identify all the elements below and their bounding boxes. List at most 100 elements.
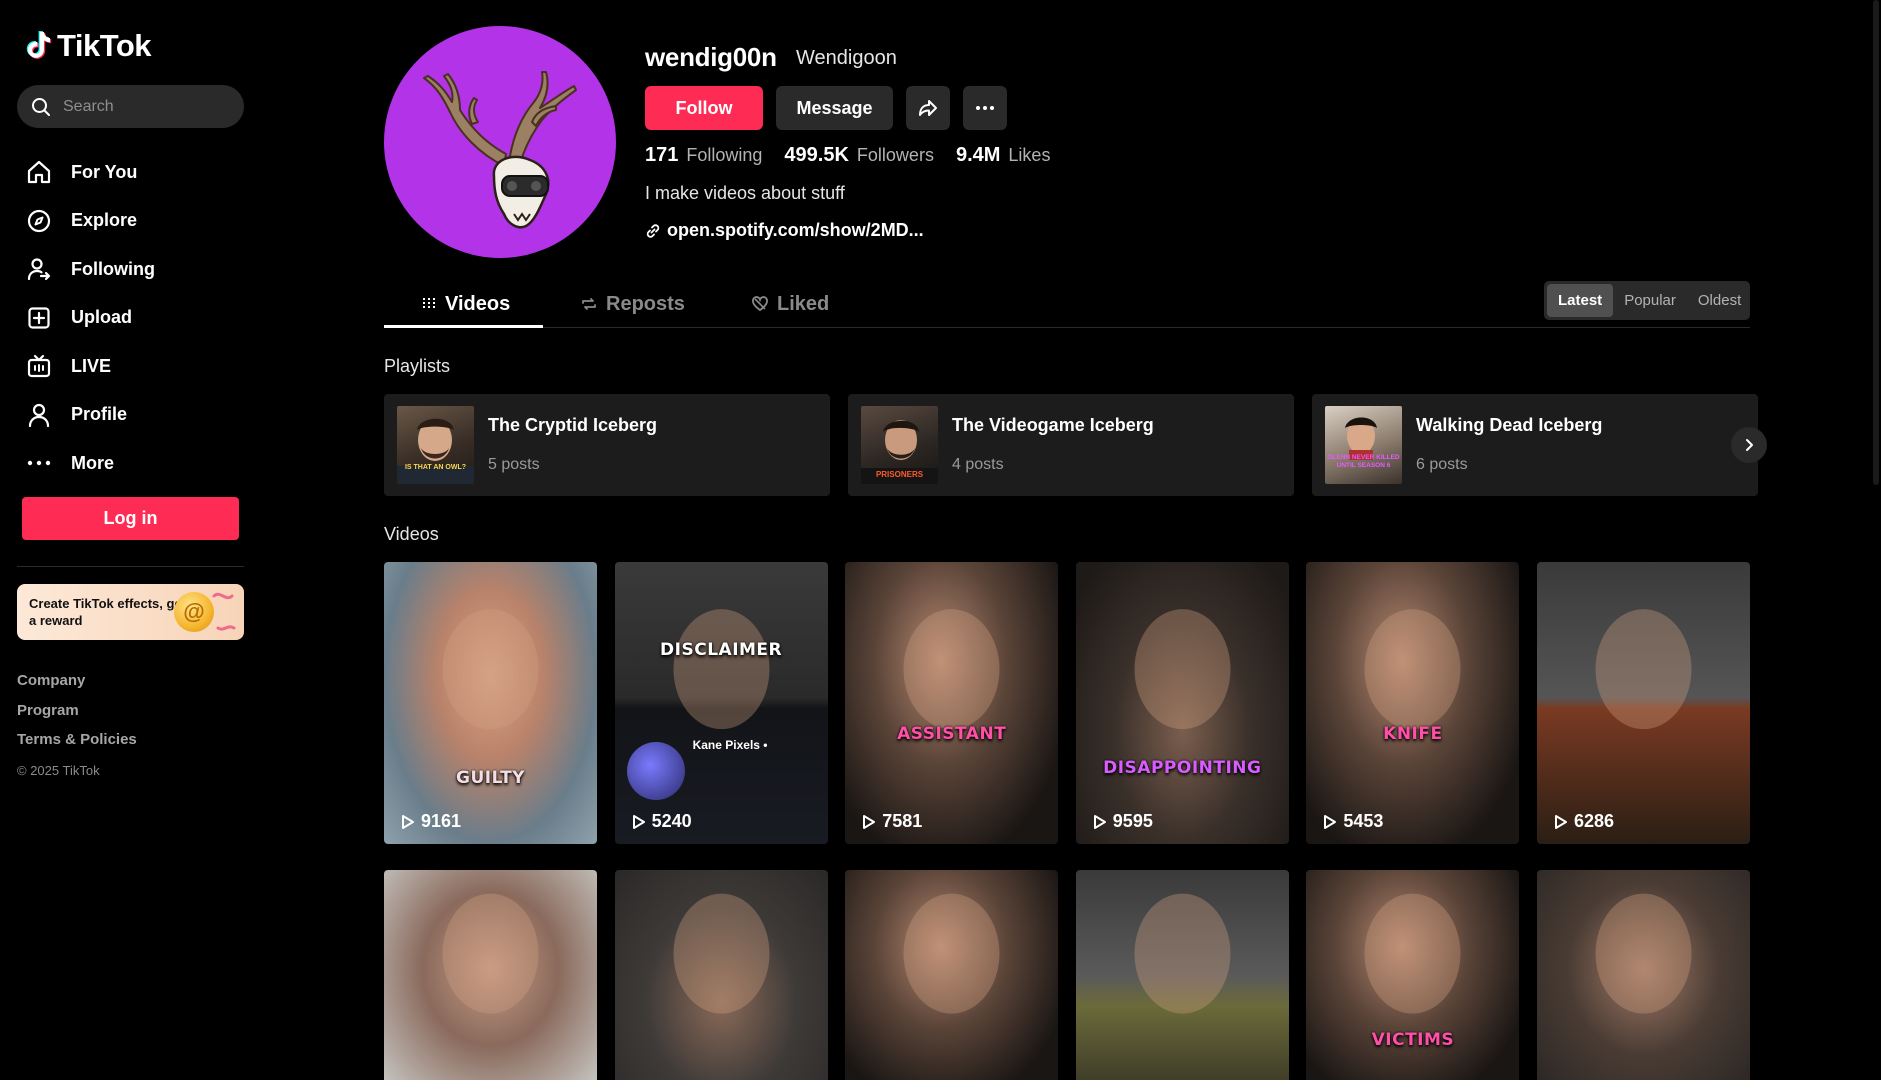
profile-bio: I make videos about stuff [645, 183, 845, 203]
sort-toggle: Latest Popular Oldest [1544, 281, 1750, 320]
nav-profile[interactable]: Profile [26, 391, 246, 440]
sidebar-divider [17, 566, 244, 567]
video-card[interactable]: KNIFE 5453 [1306, 562, 1520, 844]
person-thumbnail-icon [1595, 609, 1692, 730]
profile-icon [26, 402, 52, 428]
following-icon [26, 256, 52, 282]
playlist-title: The Videogame Iceberg [952, 415, 1154, 435]
share-icon [919, 100, 937, 116]
sort-popular[interactable]: Popular [1613, 284, 1687, 317]
video-card[interactable]: VICTIMS [1306, 870, 1520, 1080]
nav-label: Upload [71, 307, 132, 328]
compass-icon [26, 208, 52, 234]
video-card[interactable] [845, 870, 1059, 1080]
overlay-avatar [626, 742, 685, 800]
profile-username: wendig00n [645, 42, 777, 72]
tab-reposts[interactable]: Reposts [580, 280, 685, 328]
play-icon [1093, 814, 1106, 829]
play-icon [1555, 814, 1567, 829]
copyright: © 2025 TikTok [17, 762, 100, 778]
nav-following[interactable]: Following [26, 245, 246, 294]
view-count-text: 5453 [1343, 811, 1384, 831]
view-count-text: 7581 [882, 811, 923, 831]
video-view-count: 5240 [632, 811, 692, 832]
profile-nickname: Wendigoon [796, 47, 897, 69]
login-button[interactable]: Log in [22, 497, 239, 540]
likes-count: 9.4M [955, 144, 1001, 166]
tab-liked[interactable]: Liked [751, 280, 829, 328]
grid-icon [423, 298, 435, 310]
video-card[interactable] [614, 870, 828, 1080]
nav-live[interactable]: LIVE [26, 342, 246, 391]
video-card[interactable] [1537, 870, 1750, 1080]
nav-label: Explore [71, 210, 138, 231]
video-caption: GUILTY [455, 768, 525, 788]
playlists-next-button[interactable] [1731, 427, 1767, 463]
search-icon [32, 97, 50, 116]
video-card[interactable] [384, 870, 597, 1080]
more-icon [26, 450, 52, 476]
nav-for-you[interactable]: For You [26, 148, 246, 197]
page-scrollbar[interactable] [1873, 0, 1879, 485]
video-card[interactable]: DISAPPOINTING 9595 [1075, 562, 1289, 844]
live-icon [26, 353, 52, 379]
nav-label: Following [71, 258, 155, 279]
nav-label: LIVE [71, 355, 112, 376]
video-view-count: 6286 [1554, 811, 1614, 832]
person-thumbnail-icon [397, 418, 474, 484]
promo-text: Create TikTok effects, get a reward [29, 596, 187, 628]
effects-promo-banner[interactable]: Create TikTok effects, get a reward @ [17, 584, 244, 640]
videos-heading: Videos [384, 524, 439, 544]
tab-label: Reposts [606, 292, 685, 315]
heart-icon [752, 296, 768, 312]
play-icon [402, 814, 414, 829]
stat-following[interactable]: 171 Following [645, 144, 762, 167]
person-thumbnail-icon [442, 893, 539, 1014]
profile-avatar[interactable] [384, 26, 616, 258]
footer-link-program[interactable]: Program [17, 702, 137, 732]
playlist-card[interactable]: GLENN NEVER KILLED UNTIL SEASON 6 Walkin… [1312, 394, 1758, 496]
follow-button[interactable]: Follow [645, 86, 763, 130]
share-button[interactable] [906, 86, 950, 130]
playlist-card[interactable]: IS THAT AN OWL? The Cryptid Iceberg 5 po… [384, 394, 830, 496]
sort-latest[interactable]: Latest [1547, 284, 1614, 317]
playlist-title: Walking Dead Iceberg [1416, 415, 1603, 435]
footer-link-company[interactable]: Company [17, 672, 137, 702]
video-caption: VICTIMS [1371, 1030, 1455, 1050]
message-button[interactable]: Message [776, 86, 893, 130]
playlist-count: 6 posts [1416, 456, 1468, 473]
person-thumbnail-icon [1595, 893, 1692, 1014]
person-thumbnail-icon [673, 609, 770, 730]
footer-link-terms[interactable]: Terms & Policies [17, 731, 137, 761]
tiktok-logo-icon [26, 31, 52, 59]
tiktok-logo[interactable]: TikTok [25, 28, 152, 64]
playlist-count: 4 posts [952, 456, 1004, 473]
tab-videos[interactable]: Videos [421, 280, 510, 328]
playlists-heading: Playlists [384, 356, 451, 376]
person-thumbnail-icon [903, 893, 1000, 1014]
video-card[interactable]: 6286 [1537, 562, 1750, 844]
more-options-button[interactable] [963, 86, 1007, 130]
profile-link-text: open.spotify.com/show/2MD... [667, 220, 924, 240]
tiktok-profile-page: TikTok For You Explore [0, 0, 1881, 1080]
profile-link[interactable]: open.spotify.com/show/2MD... [645, 220, 924, 241]
person-thumbnail-icon [1364, 609, 1461, 730]
playlist-thumbnail: GLENN NEVER KILLED UNTIL SEASON 6 [1325, 406, 1402, 484]
view-count-text: 9595 [1112, 811, 1153, 831]
chevron-right-icon [1746, 439, 1753, 451]
search-input[interactable] [63, 97, 233, 116]
nav-more[interactable]: More [26, 439, 246, 488]
repost-icon [582, 298, 596, 310]
nav-upload[interactable]: Upload [26, 294, 246, 343]
search-bar[interactable] [17, 85, 244, 128]
video-card[interactable]: GUILTY 9161 [384, 562, 597, 844]
sort-oldest[interactable]: Oldest [1687, 284, 1752, 317]
video-card[interactable]: Kane Pixels • DISCLAIMER 5240 [614, 562, 828, 844]
stat-followers[interactable]: 499.5K Followers [784, 144, 934, 167]
view-count-text: 5240 [651, 811, 692, 831]
video-card[interactable] [1075, 870, 1289, 1080]
playlist-card[interactable]: PRISONERS The Videogame Iceberg 4 posts [848, 394, 1294, 496]
view-count-text: 9161 [421, 811, 462, 831]
video-card[interactable]: ASSISTANT 7581 [845, 562, 1059, 844]
nav-explore[interactable]: Explore [26, 197, 246, 246]
